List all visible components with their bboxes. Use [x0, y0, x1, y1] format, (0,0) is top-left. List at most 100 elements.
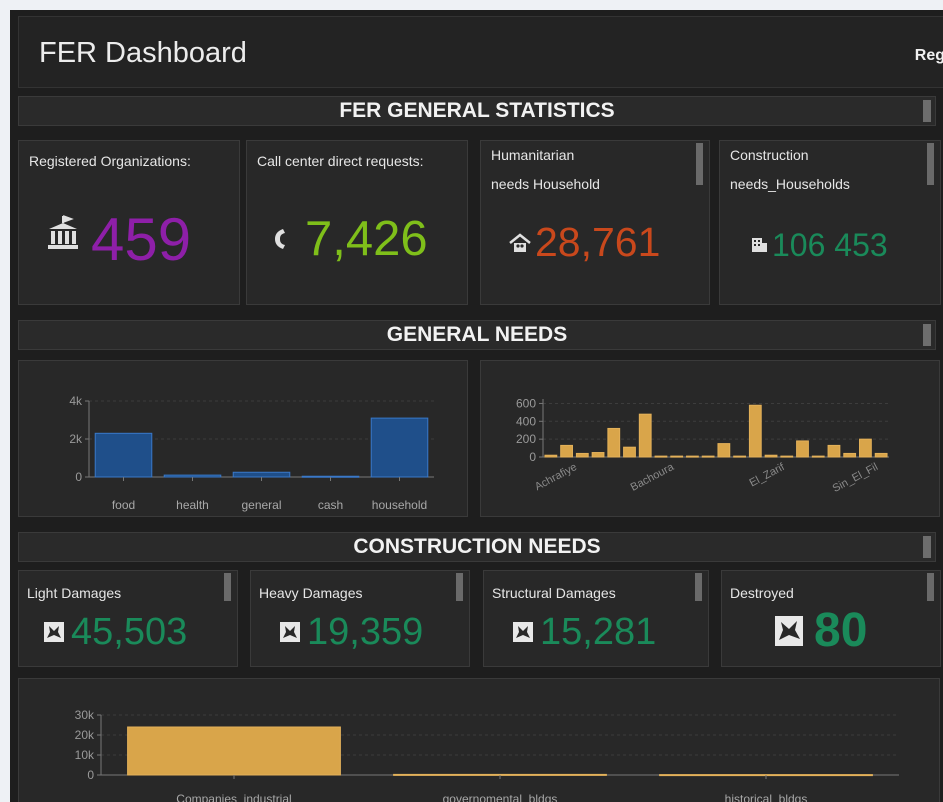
construction-category-chart: 30k 20k 10k 0 Companies_industrial governomen… — [18, 678, 940, 802]
header-right-text: Reg — [914, 47, 943, 64]
damage-icon — [279, 621, 301, 648]
stat-card-construction-needs: Construction needs_Households 106 453 — [719, 140, 941, 305]
y-tick-label: 20k — [75, 728, 95, 742]
x-tick-label: Sin_El_Fil — [831, 461, 880, 495]
bar — [859, 438, 872, 458]
x-tick-label: general — [241, 498, 281, 512]
x-tick-label: Bachoura — [629, 461, 677, 494]
stat-label-line: Humanitarian — [491, 147, 575, 163]
bar — [796, 440, 809, 458]
section-title: CONSTRUCTION NEEDS — [353, 535, 601, 558]
construction-value: 19,359 — [307, 611, 424, 653]
bar — [575, 452, 589, 458]
bar — [591, 452, 605, 458]
bar — [607, 427, 621, 458]
bar — [733, 455, 746, 458]
x-tick-label: Companies_industrial — [176, 792, 291, 802]
construction-card-structural-damages: Structural Damages 15,281 — [483, 570, 709, 667]
stat-label-line: Construction — [730, 147, 809, 163]
damage-icon — [512, 621, 534, 648]
page-title: FER Dashboard — [39, 37, 247, 69]
general-needs-area-chart-svg: 600 400 200 0Achrafiye Bachoura El_Zarif Sin_E… — [516, 396, 889, 495]
scrollbar-thumb[interactable] — [923, 324, 931, 346]
y-tick-label: 2k — [69, 432, 83, 446]
bar — [717, 443, 731, 458]
stat-label: Construction needs_Households — [730, 141, 850, 199]
scrollbar-thumb[interactable] — [696, 143, 703, 185]
y-tick-label: 0 — [529, 450, 536, 464]
y-tick-label: 30k — [75, 708, 95, 722]
dashboard-app: FER Dashboard Reg FER GENERAL STATISTICS… — [10, 10, 943, 802]
y-tick-label: 400 — [516, 414, 536, 428]
bar — [686, 455, 699, 458]
x-tick-label: governomental_bldgs — [443, 792, 558, 802]
bar — [827, 444, 841, 458]
bar — [874, 452, 888, 458]
x-tick-label: El_Zarif — [748, 461, 788, 490]
general-needs-category-chart: 4k 2k 0 food health general cash household — [18, 360, 468, 517]
bar — [232, 471, 291, 478]
construction-value: 80 — [814, 604, 868, 657]
bar — [764, 454, 778, 458]
stat-value: 7,426 — [305, 212, 428, 266]
construction-label: Destroyed — [730, 585, 794, 601]
y-tick-label: 200 — [516, 432, 536, 446]
scrollbar-thumb[interactable] — [923, 536, 931, 558]
bar — [843, 452, 857, 458]
x-tick-label: food — [112, 498, 135, 512]
stat-card-humanitarian-needs: Humanitarian needs Household 28,761 — [480, 140, 710, 305]
construction-card-destroyed: Destroyed 80 — [721, 570, 941, 667]
bar — [560, 444, 573, 458]
bar — [638, 413, 652, 458]
bar — [544, 454, 558, 458]
y-tick-label: 600 — [516, 396, 536, 410]
section-general-statistics: FER GENERAL STATISTICS — [18, 96, 936, 126]
bar — [654, 455, 668, 458]
stat-card-call-center: Call center direct requests: 7,426 — [246, 140, 468, 305]
x-tick-label: cash — [318, 498, 343, 512]
x-tick-label: Achrafiye — [533, 461, 579, 493]
stat-card-registered-organizations: Registered Organizations: 459 — [18, 140, 240, 305]
stat-value: 28,761 — [535, 219, 661, 265]
damage-icon — [43, 621, 65, 648]
house-icon — [509, 233, 531, 258]
bar — [748, 404, 762, 458]
section-title: FER GENERAL STATISTICS — [339, 99, 615, 122]
x-tick-label: household — [372, 498, 427, 512]
general-needs-area-chart: 600 400 200 0 Achrafiye Bachoura El_Zarif Sin_E… — [480, 360, 940, 517]
bar — [811, 455, 825, 458]
y-tick-label: 0 — [87, 768, 94, 782]
construction-value: 45,503 — [71, 611, 188, 653]
scrollbar-thumb[interactable] — [224, 573, 231, 601]
stat-label: Humanitarian needs Household — [491, 141, 600, 199]
bar — [163, 474, 222, 478]
section-construction-needs: CONSTRUCTION NEEDS — [18, 532, 936, 562]
scrollbar-thumb[interactable] — [927, 573, 934, 601]
dashboard-header: FER Dashboard Reg — [18, 16, 943, 88]
construction-category-chart-svg: 30k 20k 10k 0 Companies_industrial governomen… — [75, 708, 899, 802]
phone-icon — [273, 227, 287, 256]
construction-card-heavy-damages: Heavy Damages 19,359 — [250, 570, 470, 667]
stat-label: Registered Organizations: — [29, 153, 191, 169]
bar — [623, 446, 636, 458]
stat-label-line: needs_Households — [730, 176, 850, 192]
construction-value: 15,281 — [540, 611, 657, 653]
stat-label-line: needs Household — [491, 176, 600, 192]
stat-label: Call center direct requests: — [257, 153, 424, 169]
scrollbar-thumb[interactable] — [927, 143, 934, 185]
bar — [780, 455, 794, 458]
scrollbar-thumb[interactable] — [456, 573, 463, 601]
section-general-needs: GENERAL NEEDS — [18, 320, 936, 350]
bar — [701, 455, 715, 458]
bar — [127, 726, 341, 776]
scrollbar-thumb[interactable] — [923, 100, 931, 122]
x-tick-label: historical_bldgs — [725, 792, 808, 802]
section-title: GENERAL NEEDS — [386, 323, 568, 346]
bar — [670, 455, 684, 458]
bar — [370, 417, 429, 478]
government-building-icon — [43, 213, 83, 258]
construction-label: Structural Damages — [492, 585, 616, 601]
stat-value: 459 — [91, 206, 192, 273]
scrollbar-thumb[interactable] — [695, 573, 702, 601]
bar — [94, 432, 153, 478]
